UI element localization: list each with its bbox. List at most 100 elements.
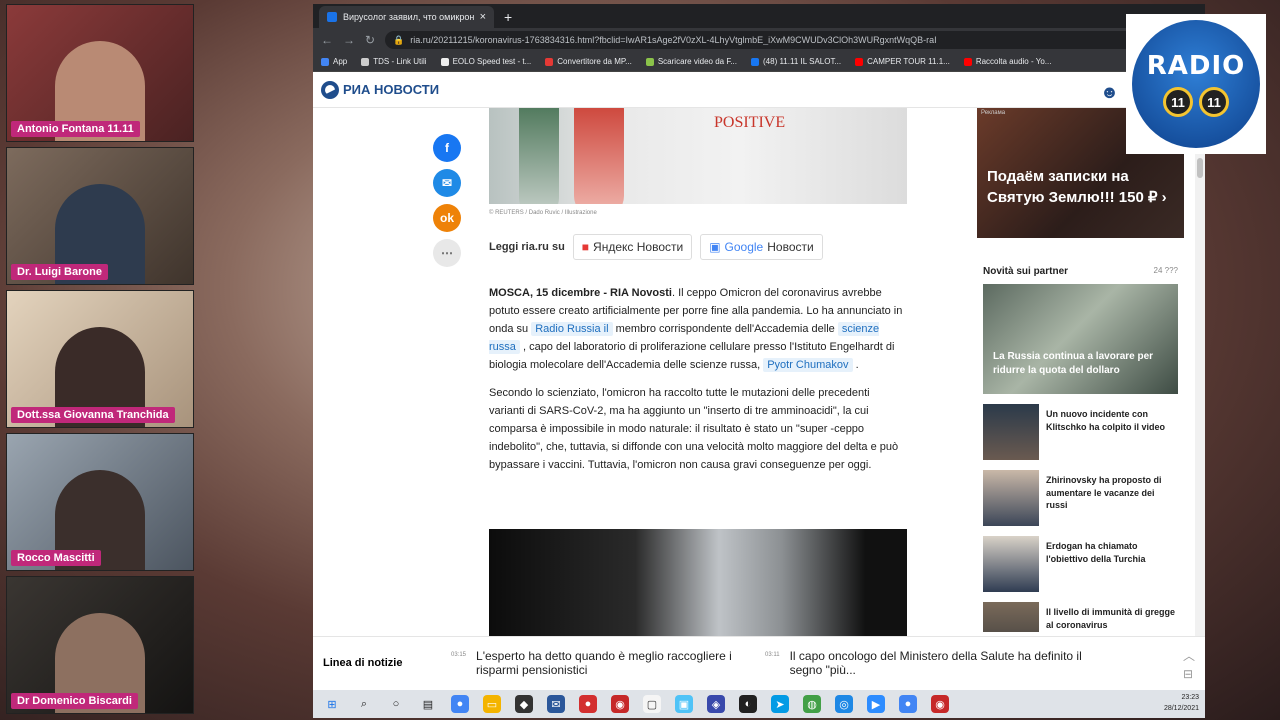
partners-header: Novità sui partner 24 ??? — [983, 266, 1178, 277]
folder-icon[interactable]: ▭ — [483, 695, 501, 713]
radio-number: 11 — [1199, 87, 1229, 117]
mail-icon[interactable]: ✉ — [547, 695, 565, 713]
scrollbar-thumb[interactable] — [1197, 158, 1203, 178]
vial-shape — [519, 108, 559, 204]
clock-date: 28/12/2021 — [1163, 705, 1199, 712]
ticker-time: 03:15 — [451, 651, 467, 658]
bookmark-label: App — [333, 57, 348, 66]
radio-number: 11 — [1163, 87, 1193, 117]
article-hero-image: POSITIVE — [489, 108, 907, 204]
ticker-text: L'esperto ha detto quando è meglio racco… — [476, 648, 732, 677]
bookmarks-bar: App TDS - Link Utili EOLO Speed test - t… — [313, 52, 1205, 72]
system-clock[interactable]: 23:23 28/12/2021 — [1164, 692, 1199, 714]
article-text: membro corrispondente dell'Accademia del… — [612, 323, 838, 335]
bookmark-item[interactable]: TDS - Link Utili — [361, 57, 427, 66]
share-facebook[interactable]: f — [433, 134, 461, 162]
participant-tile[interactable]: Antonio Fontana 11.11 — [6, 4, 194, 142]
site-logo[interactable]: РИА НОВОСТИ — [321, 80, 439, 99]
ticker-item[interactable]: 03:15 L'esperto ha detto quando è meglio… — [451, 649, 771, 677]
bookmark-label: CAMPER TOUR 11.1... — [867, 57, 950, 66]
bookmark-label: (48) 11.11 IL SALOT... — [763, 57, 842, 66]
inline-link-tag[interactable]: Pyotr Chumakov — [763, 358, 853, 372]
chrome-icon[interactable]: ● — [451, 695, 469, 713]
app-icon[interactable]: ◐ — [739, 695, 757, 713]
partner-news-item[interactable]: Un nuovo incidente con Klitschko ha colp… — [983, 404, 1178, 460]
app-icon[interactable]: ◈ — [707, 695, 725, 713]
apps-icon — [321, 57, 329, 66]
news-title: Un nuovo incidente con Klitschko ha colp… — [1046, 409, 1166, 432]
bookmark-label: TDS - Link Utili — [373, 57, 427, 66]
app-icon[interactable]: ◉ — [931, 695, 949, 713]
back-icon[interactable]: ← — [321, 33, 333, 47]
partner-news-item[interactable]: Il livello di immunità di gregge al coro… — [983, 602, 1178, 632]
article-paragraph: Secondo lo scienziato, l'omicron ha racc… — [489, 387, 899, 471]
app-icon[interactable]: ◎ — [835, 695, 853, 713]
search-icon[interactable]: ⌕ — [355, 695, 373, 713]
windows-start-icon[interactable]: ⊞ — [323, 695, 341, 713]
news-thumbnail — [983, 404, 1039, 460]
browser-toolbar: ← → ↻ 🔒 ria.ru/20211215/koronavirus-1763… — [313, 28, 1205, 52]
ticker-item[interactable]: 03:11 Il capo oncologo del Ministero del… — [765, 649, 1085, 677]
user-icon[interactable]: ☻ — [1100, 82, 1119, 103]
collapse-icon[interactable]: ︿ — [1183, 647, 1195, 665]
chrome-icon[interactable]: ● — [899, 695, 917, 713]
participant-name: Dott.ssa Giovanna Tranchida — [11, 407, 175, 423]
browser-tab[interactable]: Вирусолог заявил, что омикрон × — [319, 6, 494, 28]
bookmark-item[interactable]: Raccolta audio - Yo... — [963, 57, 1052, 66]
partner-news-item[interactable]: Zhirinovsky ha proposto di aumentare le … — [983, 470, 1178, 526]
google-label: Google — [724, 240, 764, 254]
bookmark-label: Raccolta audio - Yo... — [975, 57, 1052, 66]
bookmark-item[interactable]: Scaricare video da F... — [645, 57, 737, 66]
participant-tile[interactable]: Dott.ssa Giovanna Tranchida — [6, 290, 194, 428]
radio-logo-circle: RADIO 11 11 — [1132, 20, 1260, 148]
close-tab-icon[interactable]: × — [480, 11, 486, 23]
app-icon[interactable]: ◉ — [611, 695, 629, 713]
partner-news-item[interactable]: Erdogan ha chiamato l'obiettivo della Tu… — [983, 536, 1178, 592]
bookmark-item[interactable]: Convertitore da MP... — [545, 57, 632, 66]
vial-shape — [574, 108, 624, 204]
new-tab-button[interactable]: + — [494, 9, 522, 28]
bookmark-icon — [545, 57, 554, 66]
share-more[interactable]: ⋯ — [433, 239, 461, 267]
forward-icon[interactable]: → — [343, 33, 355, 47]
lock-icon: 🔒 — [393, 34, 405, 45]
read-on-bar: Leggi ria.ru su ■ Яндекс Новости ▣ Googl… — [489, 234, 823, 260]
bookmark-item[interactable]: (48) 11.11 IL SALOT... — [751, 57, 841, 66]
google-news-button[interactable]: ▣ Google Новости — [700, 234, 823, 260]
minimize-icon[interactable]: ⊟ — [1183, 665, 1195, 683]
participant-tile[interactable]: Dr Domenico Biscardi — [6, 576, 194, 714]
site-header: РИА НОВОСТИ — [313, 72, 1205, 108]
participant-tile[interactable]: Dr. Luigi Barone — [6, 147, 194, 285]
participant-tile[interactable]: Rocco Mascitti — [6, 433, 194, 571]
telegram-icon[interactable]: ➤ — [771, 695, 789, 713]
zoom-icon[interactable]: ▶ — [867, 695, 885, 713]
partner-feature-card[interactable]: La Russia continua a lavorare per ridurr… — [983, 284, 1178, 394]
ad-label: Реклама — [981, 110, 1006, 116]
bookmark-item[interactable]: App — [321, 57, 347, 66]
scrollbar[interactable] — [1195, 108, 1205, 636]
yandex-news-button[interactable]: ■ Яндекс Новости — [572, 234, 693, 260]
youtube-icon — [963, 57, 972, 66]
task-view-icon[interactable]: ▤ — [419, 695, 437, 713]
google-news-icon: ▣ — [709, 240, 721, 254]
app-icon[interactable]: ▢ — [643, 695, 661, 713]
favicon-icon — [327, 12, 337, 22]
share-ok[interactable]: ok — [433, 204, 461, 232]
ad-text: Подаём записки на Святую Землю!!! 150 ₽ … — [987, 168, 1167, 206]
address-bar[interactable]: 🔒 ria.ru/20211215/koronavirus-1763834316… — [385, 31, 1175, 49]
app-icon[interactable]: ◆ — [515, 695, 533, 713]
cortana-icon[interactable]: ○ — [387, 695, 405, 713]
facebook-icon — [751, 57, 759, 66]
ticker-text: Il capo oncologo del Ministero della Sal… — [789, 648, 1082, 677]
share-email[interactable]: ✉ — [433, 169, 461, 197]
partners-badge: 24 ??? — [1153, 266, 1178, 275]
bookmark-item[interactable]: EOLO Speed test - t... — [440, 57, 531, 66]
bookmark-label: Convertitore da MP... — [557, 57, 632, 66]
app-icon[interactable]: ▣ — [675, 695, 693, 713]
image-caption: © REUTERS / Dado Ruvic / Illustrazione — [489, 210, 597, 216]
reload-icon[interactable]: ↻ — [365, 33, 375, 47]
app-icon[interactable]: ◍ — [803, 695, 821, 713]
record-icon[interactable]: ● — [579, 695, 597, 713]
inline-link-tag[interactable]: Radio Russia il — [531, 322, 613, 336]
bookmark-item[interactable]: CAMPER TOUR 11.1... — [855, 57, 950, 66]
